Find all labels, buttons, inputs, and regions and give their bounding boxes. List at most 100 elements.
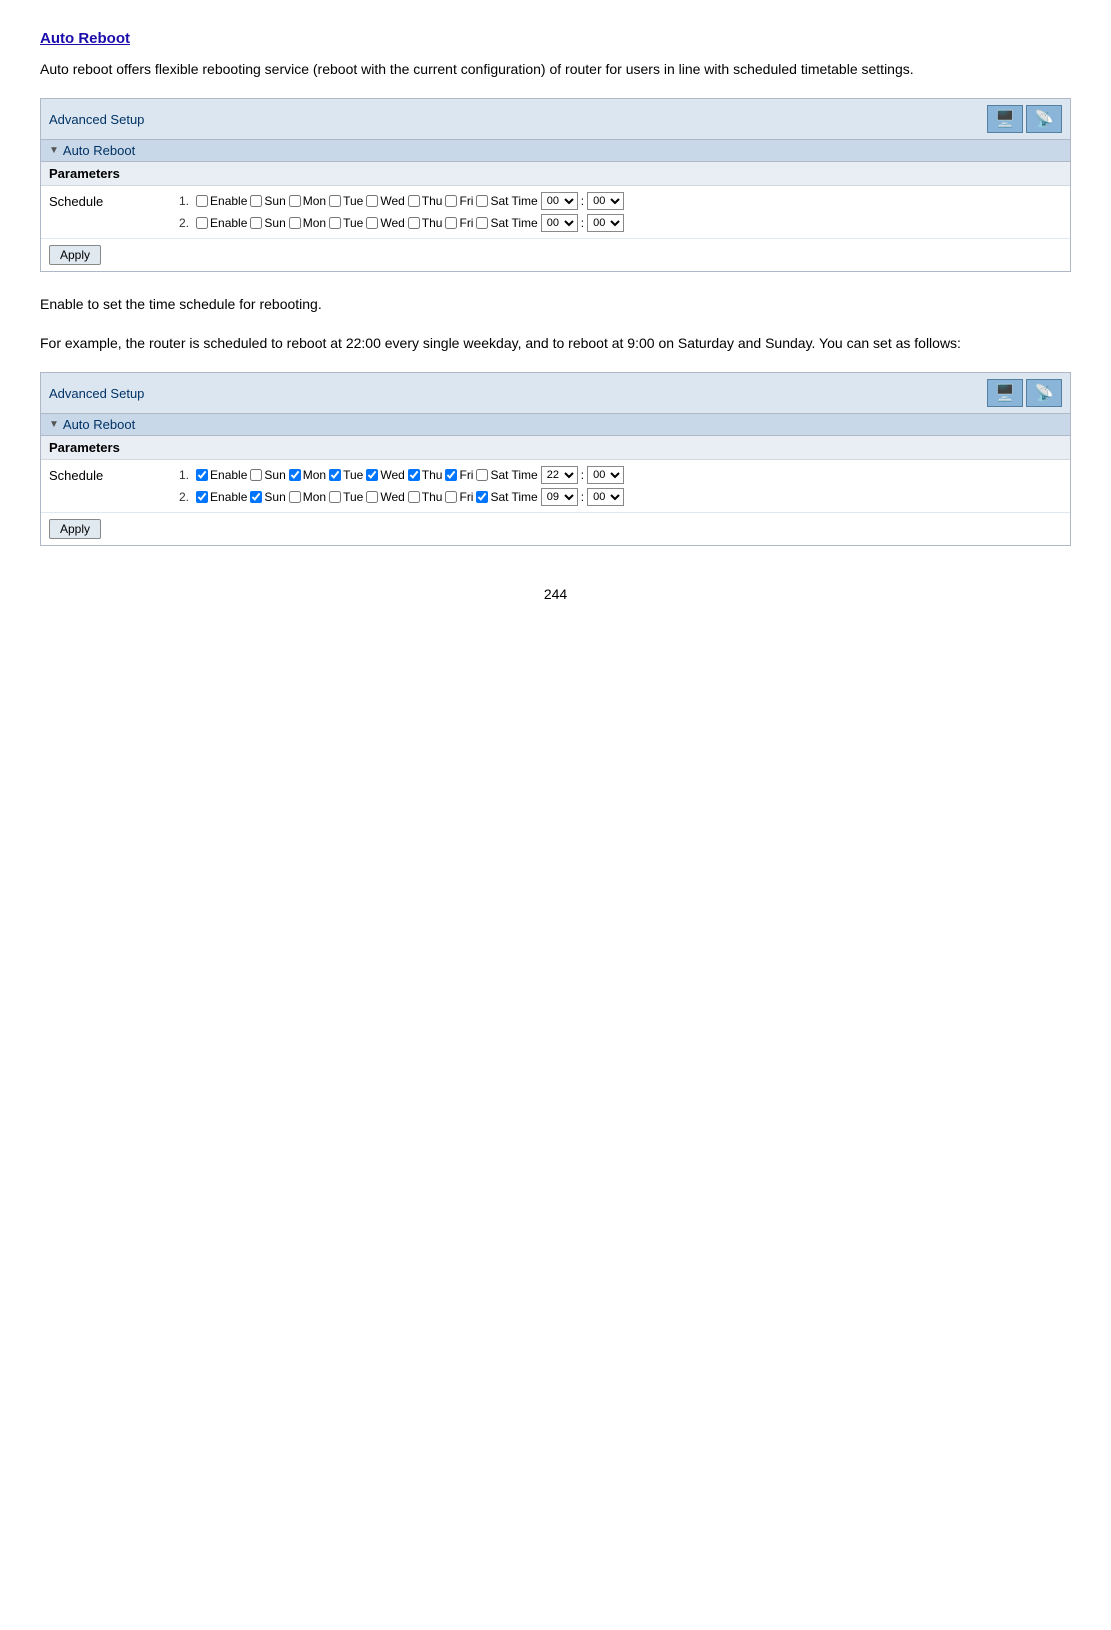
panel-2-line2-mon-cb[interactable] [289,491,301,503]
panel-1-line1-sat[interactable]: Sat [476,194,508,208]
panel-1-line-2: 2. Enable Sun Mon Tue Wed Thu Fri Sat Ti… [179,214,624,232]
panel-1-line-1: 1. Enable Sun Mon Tue Wed Thu Fri Sat Ti… [179,192,624,210]
panel-2-line2-thu-cb[interactable] [408,491,420,503]
panel-1-line2-sat[interactable]: Sat [476,216,508,230]
panel-1-line1-tue[interactable]: Tue [329,194,363,208]
panel-1-schedule-controls: 1. Enable Sun Mon Tue Wed Thu Fri Sat Ti… [179,192,624,232]
panel-1-line1-min-select[interactable]: 000510152025303540455055 [587,192,624,210]
panel-2-line2-wed[interactable]: Wed [366,490,404,504]
panel-1-line2-mon-cb[interactable] [289,217,301,229]
panel-1-line2-wed-cb[interactable] [366,217,378,229]
panel-1-line1-time-label: Time [512,194,538,208]
panel-2-line2-tue-cb[interactable] [329,491,341,503]
panel-2-line1-fri[interactable]: Fri [445,468,473,482]
panel-1-line1-sun[interactable]: Sun [250,194,285,208]
panel-1-line2-tue[interactable]: Tue [329,216,363,230]
panel-1-line2-hour-select[interactable]: 0001020304050607080910111213141516171819… [541,214,578,232]
panel-1-line2-mon[interactable]: Mon [289,216,326,230]
panel-2-line1-thu[interactable]: Thu [408,468,443,482]
panel-2-line2-sun[interactable]: Sun [250,490,285,504]
panel-1-schedule-row: Schedule 1. Enable Sun Mon Tue Wed Thu F… [41,186,1070,239]
panel-1-line2-tue-cb[interactable] [329,217,341,229]
router-icon-1: 📡 [1026,105,1062,133]
panel-2-line2-enable[interactable]: Enable [196,490,247,504]
panel-2-line2-sun-cb[interactable] [250,491,262,503]
panel-2-line1-wed[interactable]: Wed [366,468,404,482]
panel-2-apply-row: Apply [41,513,1070,545]
panel-1-line1-sat-cb[interactable] [476,195,488,207]
panel-2-schedule-label: Schedule [49,466,179,483]
panel-2-line1-thu-cb[interactable] [408,469,420,481]
panel-1-line1-num: 1. [179,194,189,208]
panel-2-line2-thu[interactable]: Thu [408,490,443,504]
panel-1-line2-num: 2. [179,216,189,230]
panel-1-line1-tue-cb[interactable] [329,195,341,207]
panel-2-line1-mon-cb[interactable] [289,469,301,481]
panel-2-line-1: 1. Enable Sun Mon Tue Wed Thu Fri Sat Ti… [179,466,624,484]
panel-2-line1-mon[interactable]: Mon [289,468,326,482]
network-icon-1: 🖥️ [987,105,1023,133]
panel-2: Advanced Setup 🖥️ 📡 ▼ Auto Reboot Parame… [40,372,1071,546]
panel-1-line1-sun-cb[interactable] [250,195,262,207]
panel-1-apply-row: Apply [41,239,1070,271]
triangle-icon-1: ▼ [49,145,59,156]
panel-1-line1-fri-cb[interactable] [445,195,457,207]
panel-2-apply-button[interactable]: Apply [49,519,101,539]
panel-2-line2-sat[interactable]: Sat [476,490,508,504]
panel-1-line2-sun[interactable]: Sun [250,216,285,230]
panel-1-line1-enable-cb[interactable] [196,195,208,207]
panel-2-line2-hour-select[interactable]: 0001020304050607080910111213141516171819… [541,488,578,506]
panel-1-line2-fri-cb[interactable] [445,217,457,229]
panel-2-line2-fri[interactable]: Fri [445,490,473,504]
panel-2-line1-sat[interactable]: Sat [476,468,508,482]
panel-2-line1-sun[interactable]: Sun [250,468,285,482]
panel-1-line2-sun-cb[interactable] [250,217,262,229]
panel-2-header-icon: 🖥️ 📡 [982,377,1062,409]
panel-1-params: Parameters [41,162,1070,186]
panel-2-line2-enable-cb[interactable] [196,491,208,503]
panel-1-line1-wed[interactable]: Wed [366,194,404,208]
panel-1-header-label: Advanced Setup [49,112,144,127]
panel-1-line1-mon-cb[interactable] [289,195,301,207]
panel-1: Advanced Setup 🖥️ 📡 ▼ Auto Reboot Parame… [40,98,1071,272]
panel-1-line1-fri[interactable]: Fri [445,194,473,208]
panel-2-line1-sun-cb[interactable] [250,469,262,481]
panel-1-line2-sat-cb[interactable] [476,217,488,229]
panel-1-apply-button[interactable]: Apply [49,245,101,265]
panel-2-title: Advanced Setup [49,386,144,401]
panel-1-line2-enable-cb[interactable] [196,217,208,229]
panel-1-line2-wed[interactable]: Wed [366,216,404,230]
panel-2-line1-tue-cb[interactable] [329,469,341,481]
panel-2-schedule-controls: 1. Enable Sun Mon Tue Wed Thu Fri Sat Ti… [179,466,624,506]
panel-2-line2-mon[interactable]: Mon [289,490,326,504]
panel-2-line1-fri-cb[interactable] [445,469,457,481]
panel-2-line1-min-select[interactable]: 000510152025303540455055 [587,466,624,484]
panel-1-line1-thu-cb[interactable] [408,195,420,207]
panel-2-line1-enable[interactable]: Enable [196,468,247,482]
description-1: Auto reboot offers flexible rebooting se… [40,59,1071,80]
panel-2-line1-tue[interactable]: Tue [329,468,363,482]
panel-2-line2-fri-cb[interactable] [445,491,457,503]
panel-2-line1-hour-select[interactable]: 0001020304050607080910111213141516171819… [541,466,578,484]
panel-1-line1-enable[interactable]: Enable [196,194,247,208]
router-icon-2: 📡 [1026,379,1062,407]
panel-2-line2-wed-cb[interactable] [366,491,378,503]
panel-2-line1-wed-cb[interactable] [366,469,378,481]
panel-1-line2-enable[interactable]: Enable [196,216,247,230]
panel-1-line2-colon: : [581,216,584,230]
panel-2-line2-tue[interactable]: Tue [329,490,363,504]
panel-1-line2-fri[interactable]: Fri [445,216,473,230]
panel-2-line2-sat-cb[interactable] [476,491,488,503]
panel-1-line2-min-select[interactable]: 000510152025303540455055 [587,214,624,232]
panel-1-line1-wed-cb[interactable] [366,195,378,207]
panel-1-line1-thu[interactable]: Thu [408,194,443,208]
panel-1-line2-thu-cb[interactable] [408,217,420,229]
panel-1-line1-hour-select[interactable]: 0001020304050607080910111213141516171819… [541,192,578,210]
panel-2-line1-enable-cb[interactable] [196,469,208,481]
panel-2-section: ▼ Auto Reboot [41,414,1070,436]
panel-2-line1-sat-cb[interactable] [476,469,488,481]
panel-1-line2-thu[interactable]: Thu [408,216,443,230]
panel-1-schedule-label: Schedule [49,192,179,209]
panel-1-line1-mon[interactable]: Mon [289,194,326,208]
panel-2-line2-min-select[interactable]: 000510152025303540455055 [587,488,624,506]
